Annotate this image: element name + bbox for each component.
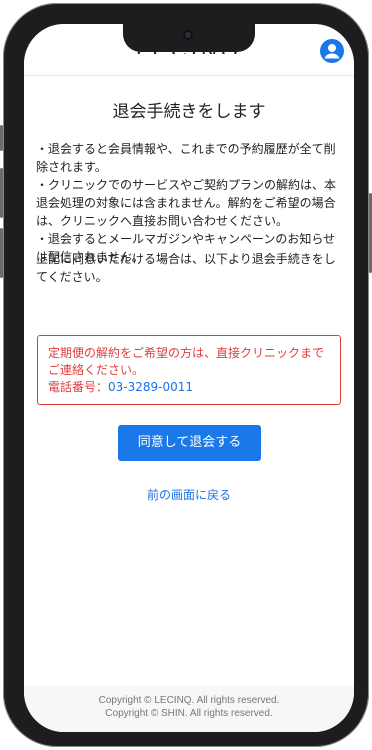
subscription-alert: 定期便の解約をご希望の方は、直接クリニックまでご連絡ください。 電話番号：03-…	[37, 335, 341, 405]
notice-item: ・クリニックでのサービスやご契約プランの解約は、本退会処理の対象には含まれません…	[36, 178, 337, 228]
confirm-withdraw-button[interactable]: 同意して退会する	[118, 425, 261, 461]
tel-label: 電話番号：	[48, 380, 109, 394]
volume-up-button	[0, 168, 3, 218]
notice-list: ・退会すると会員情報や、これまでの予約履歴が全て削除されます。 ・クリニックでの…	[36, 140, 342, 266]
silent-switch	[0, 125, 3, 151]
alert-phone-row: 電話番号：03-3289-0011	[48, 379, 330, 396]
copyright-line: Copyright © SHIN. All rights reserved.	[105, 708, 273, 719]
copyright-line: Copyright © LECINQ. All rights reserved.	[98, 695, 280, 706]
camera-icon	[183, 30, 193, 40]
notice-item: ・退会すると会員情報や、これまでの予約履歴が全て削除されます。	[36, 142, 336, 174]
footer: Copyright © LECINQ. All rights reserved.…	[24, 686, 354, 732]
phone-frame: LECINQ 退会手続きをします ・退会すると会員情報や、これまでの予約履歴が全…	[0, 3, 372, 747]
agree-text: 上記に同意いただける場合は、以下より退会手続きをしてください。	[36, 252, 336, 284]
notch	[123, 24, 255, 52]
user-circle-icon[interactable]	[320, 39, 344, 63]
screen: LECINQ 退会手続きをします ・退会すると会員情報や、これまでの予約履歴が全…	[24, 24, 354, 732]
tel-link[interactable]: 03-3289-0011	[108, 380, 193, 394]
page-title: 退会手続きをします	[112, 102, 266, 122]
back-link[interactable]: 前の画面に戻る	[24, 486, 354, 503]
volume-down-button	[0, 228, 3, 278]
alert-message: 定期便の解約をご希望の方は、直接クリニックまでご連絡ください。	[48, 346, 325, 377]
